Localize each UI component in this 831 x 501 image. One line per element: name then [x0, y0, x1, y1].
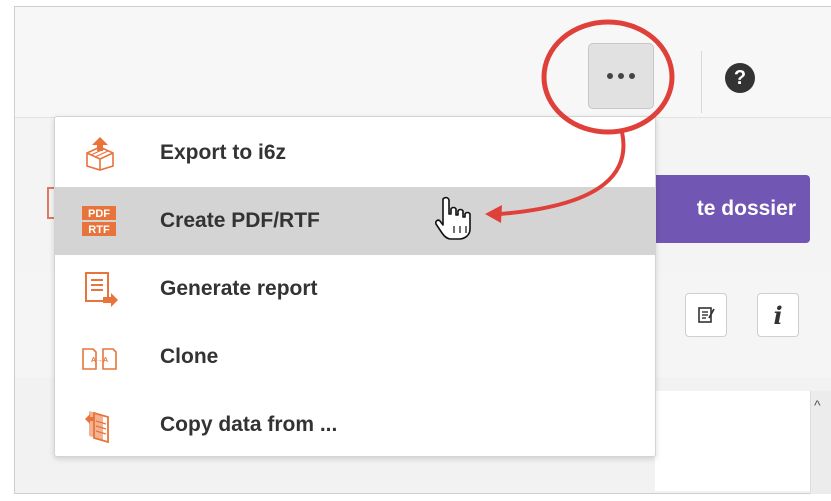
scroll-up-icon[interactable]: ^	[814, 397, 821, 413]
create-dossier-button[interactable]: te dossier	[638, 175, 810, 243]
menu-item-label: Clone	[160, 345, 219, 368]
top-toolbar: ?	[15, 7, 831, 118]
ellipsis-icon	[607, 73, 635, 79]
content-pane	[655, 391, 815, 491]
menu-item-export-i6z[interactable]: Export to i6z	[55, 119, 655, 187]
more-options-menu: Export to i6z PDF RTF Create PDF/RTF Gen…	[54, 116, 656, 457]
more-options-button[interactable]	[588, 43, 654, 109]
create-dossier-label: te dossier	[696, 197, 796, 220]
svg-text:RTF: RTF	[88, 224, 110, 236]
info-icon: i	[773, 300, 783, 330]
notes-button[interactable]	[685, 293, 727, 337]
clone-icon: A→A	[82, 348, 117, 370]
menu-item-create-pdf-rtf[interactable]: PDF RTF Create PDF/RTF	[55, 187, 655, 255]
info-button[interactable]: i	[757, 293, 799, 337]
copy-data-icon	[85, 411, 109, 443]
toolbar-divider	[701, 51, 702, 113]
svg-text:A→A: A→A	[91, 357, 108, 364]
menu-item-label: Create PDF/RTF	[160, 209, 320, 232]
pdf-rtf-icon: PDF RTF	[82, 206, 116, 236]
export-box-icon	[86, 137, 114, 171]
help-icon[interactable]: ?	[725, 63, 755, 93]
report-icon	[85, 272, 118, 307]
menu-item-label: Copy data from ...	[160, 413, 338, 436]
menu-item-copy-data-from[interactable]: Copy data from ...	[55, 391, 655, 459]
menu-item-generate-report[interactable]: Generate report	[55, 255, 655, 323]
edit-note-icon	[698, 307, 715, 323]
svg-text:PDF: PDF	[88, 208, 110, 220]
menu-item-label: Export to i6z	[160, 141, 287, 164]
menu-item-clone[interactable]: A→A Clone	[55, 323, 655, 391]
menu-item-label: Generate report	[160, 277, 318, 300]
